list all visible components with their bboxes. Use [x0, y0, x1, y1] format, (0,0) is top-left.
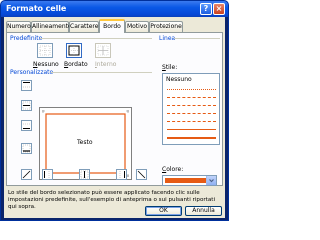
preset-none-label: Nessuno — [33, 61, 59, 68]
tab-bordo[interactable]: Bordo — [99, 19, 125, 33]
bordo-tab-panel: Predefinito Nessuno Bordato Interno Pers… — [6, 32, 223, 186]
border-diagonal-up-button[interactable] — [21, 169, 32, 180]
border-right-icon — [119, 171, 125, 178]
border-top-icon — [23, 82, 30, 88]
line-style-medium[interactable] — [167, 137, 216, 139]
cancel-button[interactable]: Annulla — [185, 206, 222, 216]
format-cells-dialog: Formato celle ? × Numero Allineamento Ca… — [0, 0, 229, 221]
border-inside-horizontal-icon — [22, 101, 31, 110]
border-left-icon — [44, 171, 50, 178]
line-style-dotted[interactable] — [167, 97, 216, 98]
line-style-hair[interactable] — [167, 89, 216, 90]
preset-inside-button — [95, 43, 111, 58]
presets-group-divider — [40, 38, 152, 39]
presets-group-label: Predefinito — [10, 35, 43, 42]
line-style-list[interactable]: Nessuno — [162, 73, 220, 145]
border-diagonal-down-button[interactable] — [136, 169, 147, 180]
border-top-button[interactable] — [21, 80, 32, 91]
border-left-button[interactable] — [42, 169, 53, 180]
color-dropdown-button[interactable] — [206, 176, 216, 185]
diagonal-up-icon — [22, 170, 31, 179]
border-bottom-button[interactable] — [21, 120, 32, 131]
line-style-label: Stile: — [162, 64, 178, 71]
tab-allineamento[interactable]: Allineamento — [31, 21, 72, 32]
line-group-divider — [174, 38, 220, 39]
border-inside-vertical-icon — [80, 170, 89, 179]
border-bottom-icon — [23, 123, 30, 129]
line-style-dashed[interactable] — [167, 121, 216, 122]
line-style-dash-dot[interactable] — [167, 113, 216, 114]
custom-group-divider — [51, 72, 152, 73]
preview-sample-text: Testo — [77, 139, 93, 146]
border-bottom-thick-icon — [22, 144, 31, 153]
title-bar[interactable]: Formato celle ? × — [1, 1, 228, 17]
preset-outline-button[interactable] — [66, 43, 82, 58]
tab-carattere[interactable]: Carattere — [69, 21, 99, 32]
line-style-none-option[interactable]: Nessuno — [166, 76, 192, 83]
line-color-select[interactable] — [162, 175, 217, 186]
close-button[interactable]: × — [213, 3, 225, 15]
border-bottom-thick-button[interactable] — [21, 143, 32, 154]
tab-numero[interactable]: Numero — [6, 21, 31, 32]
tab-motivo[interactable]: Motivo — [125, 21, 149, 32]
preset-inside-label: Interno — [95, 61, 117, 68]
preset-inside-icon — [97, 45, 109, 56]
preset-none-icon — [39, 45, 51, 56]
ok-button[interactable]: OK — [145, 206, 182, 216]
line-style-dash-dot-dot[interactable] — [167, 105, 216, 106]
custom-group-label: Personalizzato — [10, 69, 54, 76]
line-color-swatch — [165, 178, 206, 183]
preset-none-button[interactable] — [37, 43, 53, 58]
dialog-body: Numero Allineamento Carattere Bordo Moti… — [4, 17, 225, 218]
preset-outline-icon — [68, 45, 80, 56]
line-color-label: Colore: — [162, 166, 184, 173]
line-group-label: Linea — [159, 35, 176, 42]
chevron-down-icon — [209, 179, 214, 183]
window-title: Formato celle — [6, 4, 67, 13]
help-button[interactable]: ? — [200, 3, 212, 15]
border-inside-vertical-button[interactable] — [79, 169, 90, 180]
border-right-button[interactable] — [116, 169, 127, 180]
border-inside-horizontal-button[interactable] — [21, 100, 32, 111]
line-style-thin[interactable] — [167, 129, 216, 130]
preset-outline-label: Bordato — [64, 61, 88, 68]
diagonal-down-icon — [137, 170, 146, 179]
tab-protezione[interactable]: Protezione — [149, 21, 183, 32]
